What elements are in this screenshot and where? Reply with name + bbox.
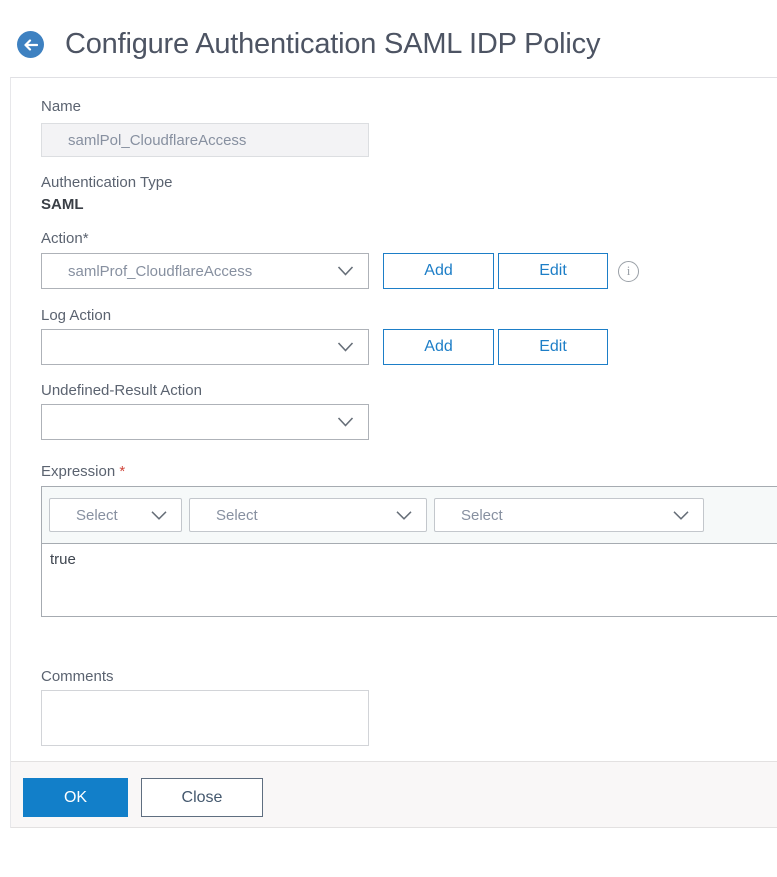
chevron-down-icon [673, 510, 689, 520]
undefined-result-action-label: Undefined-Result Action [41, 382, 202, 399]
comments-label: Comments [41, 668, 114, 685]
undefined-result-action-select[interactable] [41, 404, 369, 440]
comments-input[interactable] [41, 690, 369, 746]
expression-select-3[interactable]: Select [434, 498, 704, 532]
back-button[interactable] [17, 31, 44, 58]
log-action-edit-button[interactable]: Edit [498, 329, 608, 365]
ok-button[interactable]: OK [23, 778, 128, 817]
expression-label: Expression * [41, 463, 777, 481]
expression-select-3-value: Select [461, 506, 503, 524]
action-select-value: samlProf_CloudflareAccess [68, 262, 253, 280]
log-action-select[interactable] [41, 329, 369, 365]
action-add-button[interactable]: Add [383, 253, 494, 289]
action-label: Action* [41, 230, 89, 247]
auth-type-value: SAML [41, 196, 84, 213]
footer-bar: OK Close [11, 761, 777, 828]
name-label: Name [41, 98, 82, 115]
chevron-down-icon [337, 417, 354, 427]
action-edit-button[interactable]: Edit [498, 253, 608, 289]
expression-select-1[interactable]: Select [49, 498, 182, 532]
expression-toolbar: Select Select Select [42, 487, 777, 544]
log-action-add-button[interactable]: Add [383, 329, 494, 365]
auth-type-label: Authentication Type [41, 174, 173, 191]
page-title: Configure Authentication SAML IDP Policy [65, 28, 601, 60]
expression-select-2-value: Select [216, 506, 258, 524]
chevron-down-icon [396, 510, 412, 520]
close-button[interactable]: Close [141, 778, 263, 817]
chevron-down-icon [151, 510, 167, 520]
required-asterisk: * [119, 463, 126, 480]
expression-input[interactable]: true [42, 544, 777, 616]
expression-label-text: Expression [41, 463, 116, 480]
arrow-left-icon [23, 38, 38, 51]
page-header: Configure Authentication SAML IDP Policy [0, 0, 777, 61]
form-panel: Name Authentication Type SAML Action* sa… [10, 77, 777, 828]
name-input[interactable] [41, 123, 369, 157]
chevron-down-icon [337, 342, 354, 352]
action-select[interactable]: samlProf_CloudflareAccess [41, 253, 369, 289]
expression-editor: Select Select Select true [41, 486, 777, 617]
expression-select-2[interactable]: Select [189, 498, 427, 532]
expression-select-1-value: Select [76, 506, 118, 524]
info-circle-icon[interactable]: i [618, 260, 639, 282]
chevron-down-icon [337, 266, 354, 276]
log-action-label: Log Action [41, 307, 112, 324]
